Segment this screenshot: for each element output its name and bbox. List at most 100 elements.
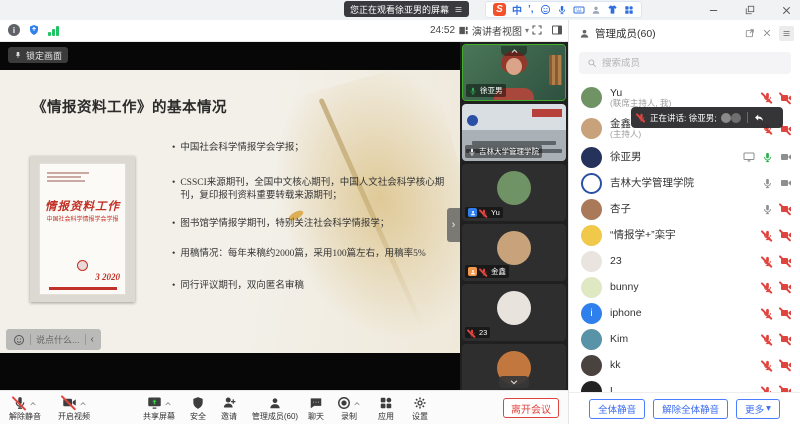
member-row[interactable]: 23 <box>569 248 800 274</box>
camera-off-icon[interactable] <box>780 307 792 319</box>
layout-panel-icon[interactable] <box>551 24 563 36</box>
chevron-up-icon[interactable] <box>79 400 87 408</box>
camera-off-icon[interactable] <box>780 255 792 267</box>
member-row[interactable]: 徐亚男 <box>569 144 800 170</box>
ime-account-icon[interactable] <box>591 5 601 15</box>
search-icon <box>587 58 597 68</box>
lock-view-button[interactable]: 锁定画面 <box>8 47 68 63</box>
mic-muted-icon[interactable] <box>762 92 773 103</box>
unmute-button[interactable]: 解除静音 <box>2 394 48 422</box>
member-row[interactable]: i iphone <box>569 300 800 326</box>
camera-off-icon[interactable] <box>780 333 792 345</box>
host-badge-icon <box>468 267 477 276</box>
camera-off-icon[interactable] <box>780 92 792 104</box>
member-row[interactable]: Kim <box>569 326 800 352</box>
camera-off-icon[interactable] <box>780 385 792 392</box>
reply-arrow-icon[interactable] <box>754 113 764 123</box>
mic-speaking-icon[interactable] <box>762 152 773 163</box>
next-slide-chevron[interactable]: › <box>447 208 460 242</box>
collapse-strip-button[interactable] <box>501 46 527 56</box>
camera-off-icon[interactable] <box>780 359 792 371</box>
member-row[interactable]: “情报学+”栾宇 <box>569 222 800 248</box>
security-button[interactable]: 安全 <box>182 394 214 422</box>
camera-on-icon[interactable] <box>780 151 792 163</box>
collapse-chat-icon[interactable]: ‹ <box>91 334 94 345</box>
network-signal-icon[interactable] <box>48 25 59 36</box>
ime-punct-toggle[interactable]: ’, <box>528 4 534 15</box>
ime-skin-icon[interactable] <box>607 4 618 15</box>
apps-button[interactable]: 应用 <box>370 394 402 422</box>
chevron-up-icon[interactable] <box>353 400 361 408</box>
ime-voice-icon[interactable] <box>557 5 567 15</box>
scroll-strip-down-button[interactable] <box>499 376 529 388</box>
close-panel-icon[interactable] <box>762 28 772 38</box>
search-input[interactable] <box>602 58 762 69</box>
camera-off-icon[interactable] <box>780 203 792 215</box>
minimize-icon[interactable] <box>708 5 719 16</box>
chat-input-placeholder[interactable]: 说点什么... <box>36 333 80 346</box>
more-button[interactable]: 更多▾ <box>736 399 780 419</box>
ime-logo[interactable]: S <box>493 3 506 16</box>
member-name: 吉林大学管理学院 <box>610 177 754 189</box>
view-mode-button[interactable]: 演讲者视图 ▾ <box>458 22 529 39</box>
camera-on-icon[interactable] <box>780 177 792 189</box>
chevron-up-icon[interactable] <box>164 400 172 408</box>
bookshelf <box>549 55 562 85</box>
video-tile-jinxin[interactable]: 金鑫 <box>462 224 566 281</box>
start-video-button[interactable]: 开启视频 <box>46 394 102 422</box>
member-row[interactable]: 杏子 <box>569 196 800 222</box>
journal-emblem <box>77 260 88 271</box>
meeting-info-icon[interactable]: i <box>8 24 20 36</box>
apps-grid-icon <box>379 396 393 410</box>
popout-panel-icon[interactable] <box>745 28 755 38</box>
member-row[interactable]: L <box>569 378 800 392</box>
mic-muted-icon <box>468 329 476 337</box>
fullscreen-icon[interactable] <box>531 24 543 36</box>
mic-muted-icon[interactable] <box>762 334 773 345</box>
search-box[interactable] <box>579 52 791 74</box>
member-name: 杏子 <box>610 203 754 215</box>
leave-meeting-button[interactable]: 离开会议 <box>503 398 559 418</box>
mic-icon[interactable] <box>762 204 773 215</box>
gear-icon <box>413 396 427 410</box>
camera-off-icon[interactable] <box>780 281 792 293</box>
camera-off-icon[interactable] <box>780 229 792 241</box>
emoji-icon[interactable] <box>13 334 25 346</box>
member-row[interactable]: 吉林大学管理学院 <box>569 170 800 196</box>
security-shield-icon[interactable] <box>28 24 40 36</box>
view-mode-label: 演讲者视图 <box>472 23 522 38</box>
member-row[interactable]: kk <box>569 352 800 378</box>
presentation-slide: 《情报资料工作》的基本情况 情报资料工作 中国社会科学情报学会学报 3 2020… <box>0 70 460 353</box>
ime-toolbox-icon[interactable] <box>624 5 634 15</box>
share-screen-button[interactable]: 共享屏幕 <box>132 394 186 422</box>
quick-chat-bar[interactable]: 说点什么... ‹ <box>6 329 101 350</box>
restore-icon[interactable] <box>745 5 755 15</box>
settings-button[interactable]: 设置 <box>404 394 436 422</box>
record-button[interactable]: 录制 <box>328 394 370 422</box>
panel-menu-button[interactable] <box>779 26 794 41</box>
close-icon[interactable] <box>781 5 792 16</box>
mic-muted-icon[interactable] <box>762 360 773 371</box>
banner-menu-icon[interactable] <box>454 5 463 14</box>
avatar <box>497 231 531 265</box>
unmute-all-button[interactable]: 解除全体静音 <box>653 399 728 419</box>
mic-muted-icon[interactable] <box>762 308 773 319</box>
video-tile-yu[interactable]: Yu <box>462 164 566 221</box>
ime-keyboard-icon[interactable] <box>573 4 585 16</box>
mic-muted-icon[interactable] <box>762 230 773 241</box>
video-tile-jilin[interactable]: 吉林大学管理学院 <box>462 104 566 161</box>
video-tile-xuyanan[interactable]: 徐亚男 <box>462 44 566 101</box>
manage-members-button[interactable]: 管理成员(60) <box>244 394 306 422</box>
invite-button[interactable]: 邀请 <box>212 394 246 422</box>
member-row[interactable]: bunny <box>569 274 800 300</box>
mic-muted-icon[interactable] <box>762 256 773 267</box>
mic-muted-icon[interactable] <box>762 282 773 293</box>
video-tile-23[interactable]: 23 <box>462 284 566 341</box>
ime-lang-toggle[interactable]: 中 <box>512 2 522 17</box>
mic-icon[interactable] <box>762 178 773 189</box>
chevron-up-icon[interactable] <box>29 400 37 408</box>
ime-emoji-icon[interactable] <box>540 4 551 15</box>
mute-all-button[interactable]: 全体静音 <box>589 399 645 419</box>
cover-red-bar <box>49 287 117 291</box>
avatar <box>497 171 531 205</box>
